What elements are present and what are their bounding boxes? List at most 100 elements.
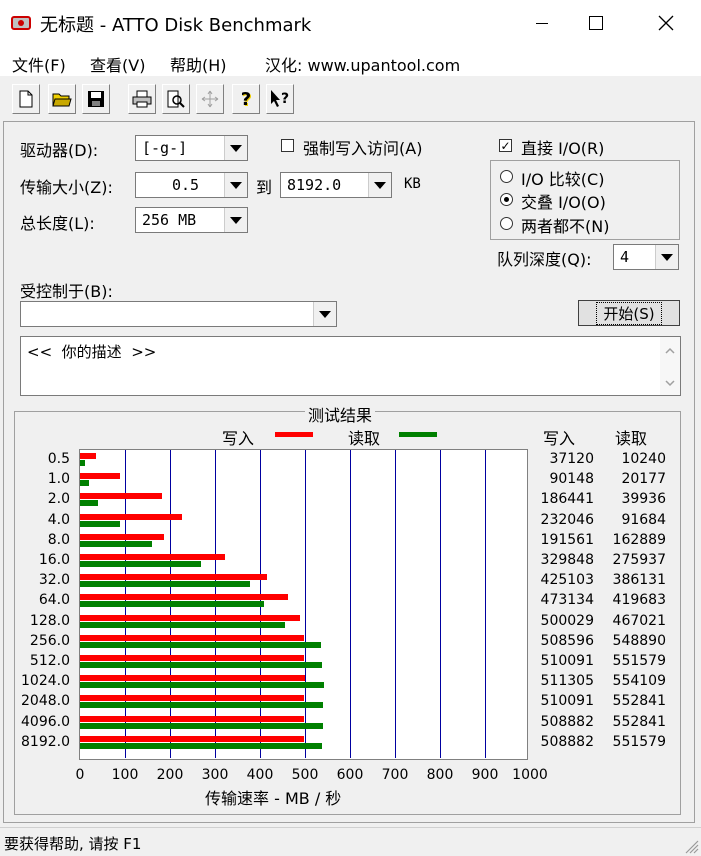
chevron-down-icon	[655, 245, 678, 269]
read-bar	[80, 581, 250, 588]
x-tick-label: 0	[75, 767, 85, 783]
description-textarea[interactable]: << 你的描述 >>	[20, 336, 681, 396]
write-bar	[80, 453, 97, 459]
write-bar	[80, 513, 182, 520]
write-value: 90148	[549, 471, 594, 488]
direct-io-checkbox[interactable]: ✓	[499, 139, 512, 152]
controlled-by-select[interactable]	[20, 301, 337, 327]
help-button[interactable]: ?	[232, 84, 260, 114]
y-tick-label: 1024.0	[21, 673, 70, 690]
print-button[interactable]	[128, 84, 156, 114]
menu-view[interactable]: 查看(V)	[90, 52, 145, 76]
maximize-icon	[589, 16, 603, 30]
io-compare-radio[interactable]	[500, 170, 513, 183]
write-bar	[80, 574, 267, 581]
read-bar	[80, 722, 323, 729]
move-button[interactable]	[196, 84, 224, 114]
resize-grip-icon[interactable]	[683, 838, 699, 854]
x-tick-label: 100	[111, 767, 139, 783]
y-tick-label: 1.0	[47, 471, 70, 488]
minimize-button[interactable]	[514, 0, 570, 46]
read-bar	[80, 641, 322, 648]
force-write-checkbox[interactable]	[281, 139, 294, 152]
legend-write-swatch	[275, 432, 313, 437]
read-bar	[80, 561, 202, 567]
legend-write-label: 写入	[222, 429, 255, 448]
read-value: 162889	[612, 531, 666, 548]
title-bar: 无标题 - ATTO Disk Benchmark	[0, 0, 701, 46]
drive-select[interactable]: [-g-]	[135, 135, 248, 161]
write-value: 191561	[540, 531, 594, 548]
chevron-down-icon	[368, 173, 391, 197]
write-bar	[80, 675, 305, 682]
total-length-select[interactable]: 256 MB	[135, 207, 248, 233]
write-value: 186441	[540, 491, 594, 508]
start-button-label: 开始(S)	[596, 301, 662, 325]
minimize-icon	[536, 22, 548, 24]
question-mark-icon: ?	[240, 88, 252, 110]
write-bar	[80, 715, 304, 722]
new-file-icon	[19, 90, 33, 108]
svg-text:?: ?	[281, 91, 289, 107]
read-bar	[80, 601, 265, 608]
transfer-max-select[interactable]: 8192.0	[280, 172, 392, 198]
drive-label: 驱动器(D):	[20, 141, 99, 160]
transfer-size-label: 传输大小(Z):	[20, 178, 113, 197]
write-bar	[80, 614, 300, 621]
results-title: 测试结果	[305, 402, 376, 426]
x-tick-label: 300	[201, 767, 229, 783]
description-scrollbar[interactable]	[660, 337, 680, 395]
read-bar	[80, 540, 152, 547]
print-preview-button[interactable]	[162, 84, 190, 114]
write-value: 511305	[540, 673, 594, 690]
read-bar	[80, 480, 89, 487]
close-button[interactable]	[638, 0, 694, 46]
menu-bar: 文件(F) 查看(V) 帮助(H) 汉化: www.upantool.com	[0, 46, 701, 76]
menu-help[interactable]: 帮助(H)	[170, 52, 227, 76]
y-tick-label: 0.5	[47, 451, 70, 467]
scroll-down-icon	[665, 380, 675, 387]
read-value: 467021	[612, 612, 666, 629]
read-value: 10240	[621, 451, 666, 467]
neither-radio[interactable]	[500, 217, 513, 230]
transfer-min-select[interactable]: 0.5	[135, 172, 248, 198]
y-tick-label: 128.0	[29, 612, 70, 629]
legend-read-label: 读取	[348, 429, 381, 448]
total-length-value: 256 MB	[142, 211, 197, 229]
chevron-down-icon	[224, 136, 247, 160]
read-value: 552841	[612, 693, 666, 710]
open-button[interactable]	[48, 84, 76, 114]
read-bar	[80, 662, 323, 668]
read-value: 554109	[612, 673, 666, 690]
write-bar	[80, 655, 305, 661]
menu-file[interactable]: 文件(F)	[12, 52, 66, 76]
status-bar: 要获得帮助, 请按 F1	[0, 827, 701, 856]
transfer-max-value: 8192.0	[287, 176, 342, 194]
overlap-io-radio[interactable]	[500, 193, 513, 206]
y-tick-label: 4.0	[47, 511, 70, 528]
y-tick-label: 32.0	[38, 572, 70, 589]
scroll-up-icon	[665, 347, 675, 354]
checkmark-icon: ✓	[500, 138, 511, 153]
start-button[interactable]: 开始(S)	[578, 300, 680, 326]
kb-label: KB	[404, 176, 421, 192]
menu-localize[interactable]: 汉化: www.upantool.com	[265, 52, 460, 76]
new-button[interactable]	[12, 84, 40, 114]
y-tick-label: 4096.0	[21, 713, 70, 730]
gridline	[485, 450, 486, 758]
printer-icon	[132, 90, 152, 108]
save-button[interactable]	[82, 84, 110, 114]
read-column-header: 读取	[615, 429, 648, 448]
context-help-button[interactable]: ?	[266, 84, 294, 114]
y-tick-label: 2.0	[47, 491, 70, 508]
read-value: 386131	[612, 572, 666, 589]
read-value: 275937	[612, 552, 666, 568]
maximize-button[interactable]	[568, 0, 624, 46]
read-value: 91684	[621, 511, 666, 528]
read-value: 548890	[612, 632, 666, 649]
y-tick-label: 256.0	[29, 632, 70, 649]
queue-depth-select[interactable]: 4	[613, 244, 679, 270]
x-tick-label: 800	[426, 767, 454, 783]
x-tick-label: 900	[471, 767, 499, 783]
gridline	[440, 450, 441, 758]
